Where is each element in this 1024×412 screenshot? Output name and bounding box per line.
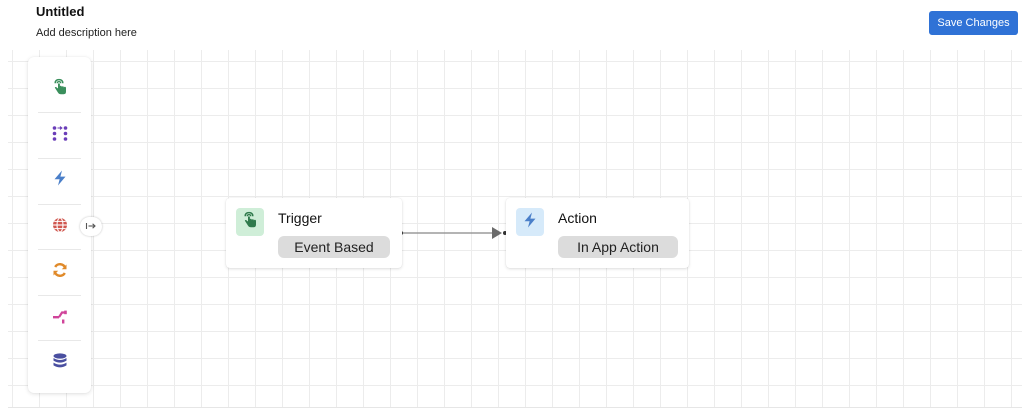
trigger-node-title: Trigger	[278, 210, 322, 226]
action-type-pill: In App Action	[558, 236, 678, 258]
palette-item-trigger[interactable]	[38, 67, 81, 111]
lightning-icon	[521, 211, 539, 234]
trigger-node[interactable]: Trigger Event Based	[226, 198, 402, 268]
palette-item-database[interactable]	[38, 341, 81, 385]
hand-tap-icon	[241, 211, 259, 234]
save-changes-button[interactable]: Save Changes	[929, 11, 1018, 35]
palette-item-action[interactable]	[38, 158, 81, 202]
action-node-title: Action	[558, 210, 597, 226]
palette-item-loop[interactable]	[38, 250, 81, 294]
expand-palette-button[interactable]	[80, 217, 102, 236]
refresh-icon	[51, 261, 69, 284]
palette-item-nodes[interactable]	[38, 113, 81, 157]
arrow-right-bar-icon	[85, 218, 97, 236]
action-node-icon-badge	[516, 208, 544, 236]
branch-icon	[51, 307, 69, 330]
nodes-grid-icon	[51, 124, 69, 147]
lightning-icon	[51, 169, 69, 192]
action-node[interactable]: Action In App Action	[506, 198, 689, 268]
workflow-title[interactable]: Untitled	[36, 4, 84, 19]
database-icon	[51, 352, 69, 375]
hand-tap-icon	[51, 78, 69, 101]
workflow-description[interactable]: Add description here	[36, 27, 137, 39]
palette-item-http[interactable]	[38, 205, 81, 249]
trigger-type-pill: Event Based	[278, 236, 390, 258]
globe-icon	[51, 216, 69, 239]
trigger-node-icon-badge	[236, 208, 264, 236]
header: Untitled Add description here Save Chang…	[0, 0, 1024, 46]
palette-item-branch[interactable]	[38, 296, 81, 340]
